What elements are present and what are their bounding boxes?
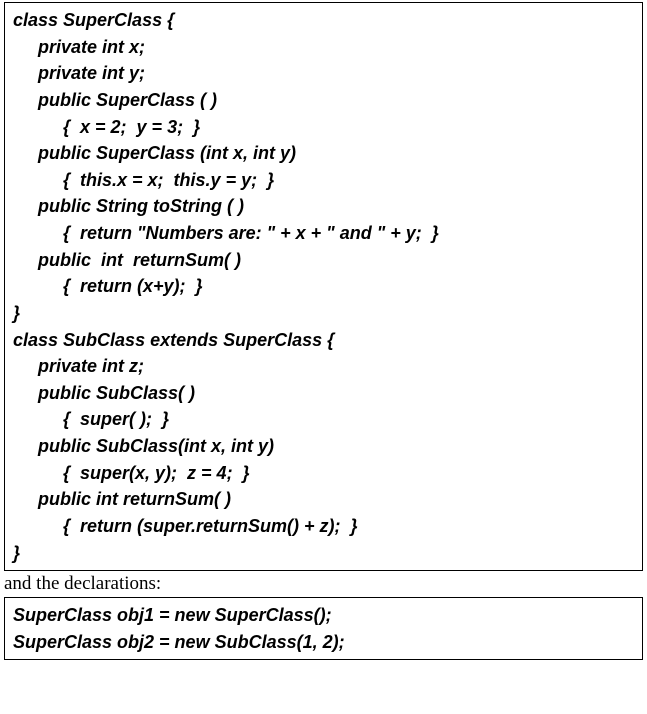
code-block-2: SuperClass obj1 = new SuperClass(); Supe… xyxy=(4,597,643,660)
declarations-label: and the declarations: xyxy=(4,573,643,595)
code-block-1: class SuperClass { private int x; privat… xyxy=(4,2,643,571)
